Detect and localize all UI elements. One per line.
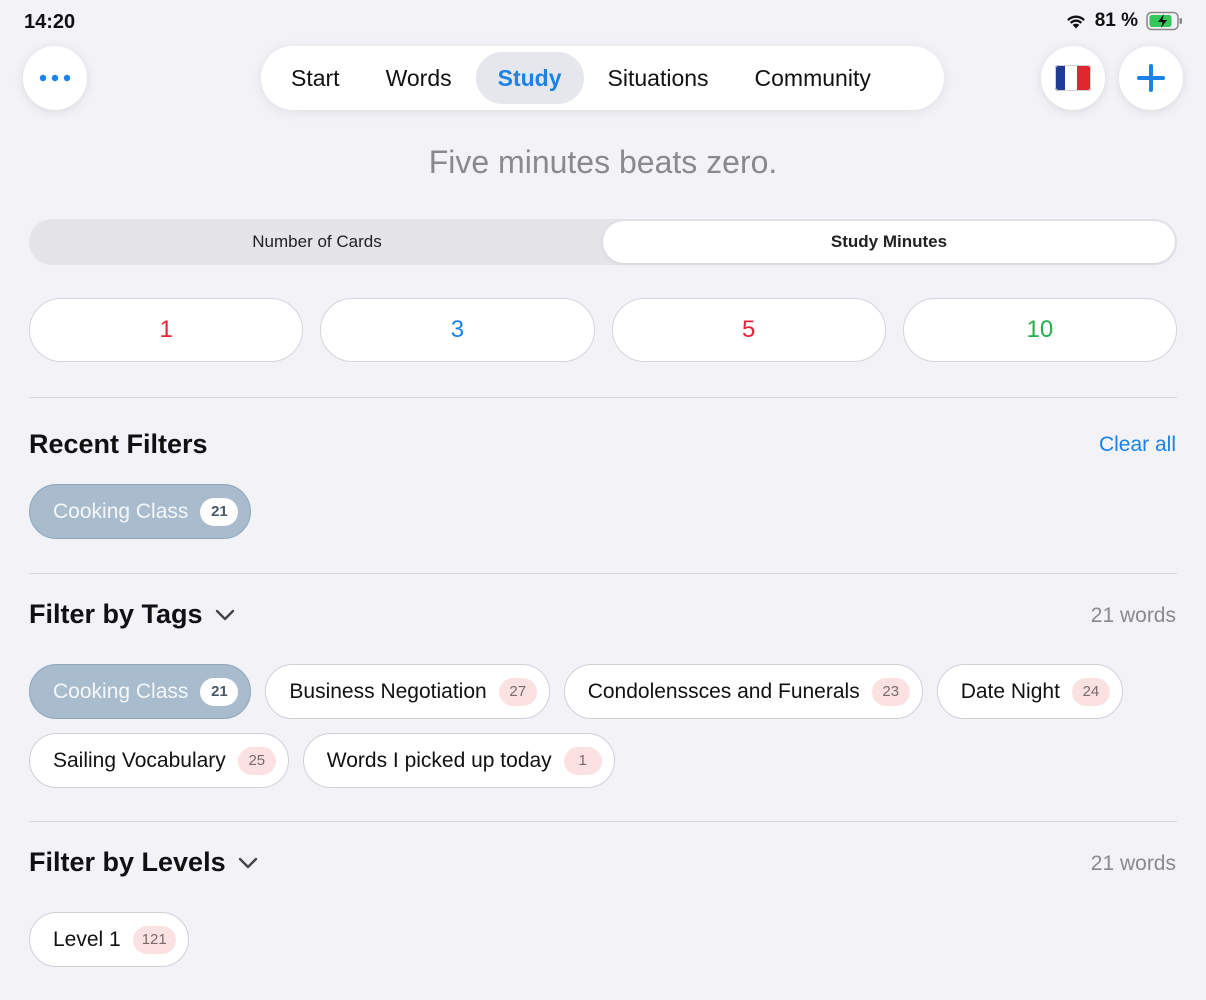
main-nav: Start Words Study Situations Community — [261, 46, 944, 110]
tags-word-count: 21 words — [1090, 604, 1176, 627]
tab-start[interactable]: Start — [269, 52, 362, 104]
section-title-text: Recent Filters — [29, 429, 208, 459]
plus-icon — [1137, 64, 1165, 92]
tab-label: Community — [754, 64, 871, 91]
minutes-options: 1 3 5 10 — [29, 298, 1177, 362]
battery-percent: 81 % — [1094, 10, 1138, 31]
chip-count-badge: 25 — [237, 746, 276, 775]
more-menu-button[interactable] — [23, 46, 87, 110]
chip-label: Business Negotiation — [289, 679, 487, 703]
language-button[interactable] — [1041, 46, 1105, 110]
divider — [29, 397, 1177, 398]
tag-chip-sailing-vocabulary[interactable]: Sailing Vocabulary 25 — [29, 733, 289, 788]
level-chip-level-1[interactable]: Level 1 121 — [29, 912, 189, 967]
chip-count-badge: 23 — [871, 677, 910, 706]
tab-label: Study — [497, 64, 562, 91]
recent-filters-chips: Cooking Class 21 — [29, 484, 1179, 539]
chip-count-badge: 21 — [200, 677, 239, 706]
chip-count-badge: 21 — [200, 497, 239, 526]
chip-label: Condolenssces and Funerals — [587, 679, 860, 703]
segment-study-minutes[interactable]: Study Minutes — [603, 221, 1175, 263]
filter-chip[interactable]: Cooking Class 21 — [29, 484, 252, 539]
status-bar: 14:20 81 % — [0, 0, 1206, 44]
chip-count-badge: 121 — [132, 925, 176, 954]
tab-study[interactable]: Study — [475, 52, 584, 104]
chevron-down-icon — [238, 857, 257, 868]
tab-words[interactable]: Words — [364, 52, 474, 104]
battery-icon — [1146, 11, 1182, 31]
study-mode-selector: Number of Cards Study Minutes — [29, 219, 1177, 265]
chip-label: Words I picked up today — [326, 748, 552, 772]
tag-chip-business-negotiation[interactable]: Business Negotiation 27 — [265, 664, 550, 719]
ellipsis-icon — [39, 74, 71, 82]
tab-situations[interactable]: Situations — [586, 52, 731, 104]
chip-label: Cooking Class — [53, 679, 189, 703]
chip-label: Date Night — [960, 679, 1060, 703]
chip-count-badge: 27 — [498, 677, 537, 706]
french-flag-icon — [1055, 65, 1091, 91]
chip-count-badge: 1 — [563, 746, 602, 775]
tab-community[interactable]: Community — [733, 52, 893, 104]
chevron-down-icon — [215, 609, 234, 620]
tab-label: Words — [385, 64, 452, 91]
recent-filters-title: Recent Filters — [29, 429, 208, 460]
minutes-option-10[interactable]: 10 — [902, 298, 1177, 362]
wifi-icon — [1066, 15, 1085, 29]
section-title-text: Filter by Tags — [29, 599, 203, 629]
chip-label: Sailing Vocabulary — [53, 748, 226, 772]
segment-number-of-cards[interactable]: Number of Cards — [31, 221, 603, 263]
divider — [29, 573, 1177, 574]
tag-chip-condolences-and-funerals[interactable]: Condolenssces and Funerals 23 — [563, 664, 923, 719]
tab-label: Situations — [607, 64, 709, 91]
clear-all-link[interactable]: Clear all — [1099, 433, 1176, 457]
chip-label: Cooking Class — [53, 499, 189, 523]
chip-label: Level 1 — [53, 927, 121, 951]
status-time: 14:20 — [24, 11, 76, 33]
divider — [29, 821, 1177, 822]
level-chips: Level 1 121 — [29, 912, 1179, 967]
minutes-option-3[interactable]: 3 — [320, 298, 595, 362]
tag-chip-cooking-class[interactable]: Cooking Class 21 — [29, 664, 252, 719]
add-button[interactable] — [1119, 46, 1183, 110]
tagline: Five minutes beats zero. — [428, 144, 778, 180]
tag-chip-words-picked-up-today[interactable]: Words I picked up today 1 — [302, 733, 615, 788]
chip-count-badge: 24 — [1071, 677, 1110, 706]
minutes-option-5[interactable]: 5 — [611, 298, 886, 362]
tag-chips: Cooking Class 21 Business Negotiation 27… — [29, 664, 1179, 788]
status-indicators: 81 % — [1065, 10, 1184, 32]
minutes-option-1[interactable]: 1 — [29, 298, 304, 362]
section-title-text: Filter by Levels — [29, 847, 226, 877]
levels-word-count: 21 words — [1090, 852, 1176, 875]
filter-by-tags-toggle[interactable]: Filter by Tags — [29, 599, 235, 630]
filter-by-levels-toggle[interactable]: Filter by Levels — [29, 847, 258, 878]
tab-label: Start — [291, 64, 340, 91]
tag-chip-date-night[interactable]: Date Night 24 — [936, 664, 1123, 719]
